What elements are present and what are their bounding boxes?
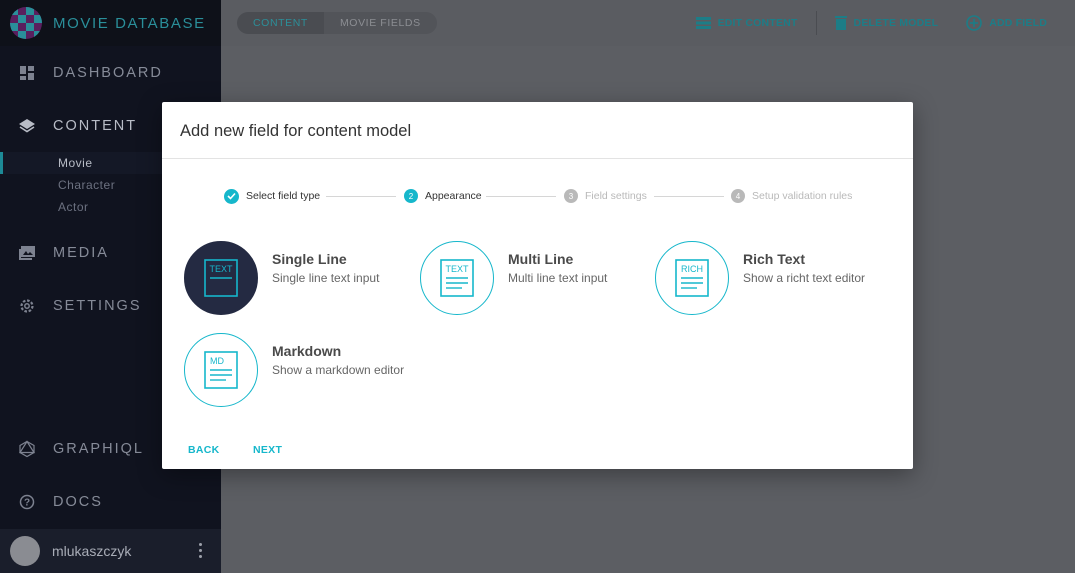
multiline-text-icon: TEXT: [420, 241, 494, 315]
step-connector: [326, 196, 396, 197]
step-select-field-type: Select field type: [224, 187, 320, 205]
sidebar-item-docs[interactable]: ? DOCS: [0, 475, 103, 528]
topbar: CONTENT MOVIE FIELDS EDIT CONTENT DELETE…: [221, 0, 1075, 46]
option-title: Single Line: [272, 251, 347, 267]
option-description: Single line text input: [272, 271, 380, 285]
stepper: Select field type 2 Appearance 3 Field s…: [162, 187, 913, 205]
breadcrumb: CONTENT MOVIE FIELDS: [237, 12, 437, 34]
field-type-single-line[interactable]: TEXT Single Line Single line text input: [184, 241, 379, 315]
edit-content-label: EDIT CONTENT: [717, 17, 798, 29]
app-title: MOVIE DATABASE: [53, 14, 206, 32]
dashboard-icon: [18, 64, 36, 82]
dialog-header: Add new field for content model: [162, 102, 913, 159]
option-text: Multi Line Multi line text input: [508, 241, 607, 285]
sidebar-item-label: MEDIA: [53, 244, 109, 261]
option-badge: TEXT: [445, 264, 469, 274]
breadcrumb-movie-fields[interactable]: MOVIE FIELDS: [323, 12, 437, 34]
next-button[interactable]: NEXT: [253, 444, 282, 456]
option-text: Rich Text Show a richt text editor: [743, 241, 865, 285]
graphql-icon: [18, 439, 36, 458]
delete-model-label: DELETE MODEL: [853, 17, 939, 29]
field-type-markdown[interactable]: MD Markdown Show a markdown editor: [184, 333, 404, 407]
text-field-icon: TEXT: [184, 241, 258, 315]
option-text: Markdown Show a markdown editor: [272, 333, 404, 377]
step-number: 2: [404, 189, 418, 203]
back-button[interactable]: BACK: [188, 444, 220, 456]
help-icon: ?: [18, 493, 36, 511]
option-description: Multi line text input: [508, 271, 608, 285]
avatar[interactable]: [10, 536, 40, 566]
svg-text:?: ?: [24, 497, 30, 508]
sidebar-item-label: DASHBOARD: [53, 64, 163, 81]
sidebar-item-label: DOCS: [53, 493, 103, 510]
gear-icon: [18, 297, 36, 315]
option-text: Single Line Single line text input: [272, 241, 379, 285]
option-description: Show a markdown editor: [272, 363, 405, 377]
step-label: Select field type: [246, 190, 321, 202]
delete-model-button[interactable]: DELETE MODEL: [834, 16, 939, 30]
dialog-title: Add new field for content model: [180, 122, 412, 140]
step-connector: [486, 196, 556, 197]
layers-icon: [18, 117, 36, 135]
option-title: Rich Text: [743, 251, 805, 267]
more-vert-icon[interactable]: [199, 543, 203, 558]
brand[interactable]: MOVIE DATABASE: [0, 0, 221, 46]
edit-content-button[interactable]: EDIT CONTENT: [695, 17, 798, 29]
trash-icon: [834, 16, 847, 30]
step-label: Setup validation rules: [752, 190, 853, 202]
sidebar-item-graphiql[interactable]: GRAPHIQL: [0, 422, 144, 475]
image-icon: [18, 244, 36, 262]
breadcrumb-content[interactable]: CONTENT: [237, 12, 324, 34]
rich-text-icon: RICH: [655, 241, 729, 315]
field-type-rich-text[interactable]: RICH Rich Text Show a richt text editor: [655, 241, 865, 315]
step-label: Field settings: [585, 190, 647, 202]
step-field-settings: 3 Field settings: [564, 187, 647, 205]
add-field-button[interactable]: ADD FIELD: [966, 15, 1047, 31]
sidebar-item-label: CONTENT: [53, 117, 138, 134]
option-title: Markdown: [272, 343, 342, 359]
step-label: Appearance: [425, 190, 482, 202]
option-badge: MD: [210, 356, 224, 366]
step-setup-validation: 4 Setup validation rules: [731, 187, 852, 205]
step-number: 4: [731, 189, 745, 203]
list-icon: [695, 17, 711, 29]
option-description: Show a richt text editor: [743, 271, 866, 285]
step-connector: [654, 196, 724, 197]
field-type-multi-line[interactable]: TEXT Multi Line Multi line text input: [420, 241, 607, 315]
brand-logo: [10, 7, 42, 39]
add-field-dialog: Add new field for content model Select f…: [162, 102, 913, 469]
user-name: mlukaszczyk: [52, 543, 132, 559]
option-badge: TEXT: [209, 264, 233, 274]
add-field-label: ADD FIELD: [989, 17, 1047, 29]
check-icon: [224, 188, 239, 204]
sidebar-item-label: SETTINGS: [53, 297, 142, 314]
top-actions: EDIT CONTENT DELETE MODEL ADD FIELD: [695, 0, 1047, 46]
divider: [815, 11, 817, 35]
option-badge: RICH: [681, 264, 703, 274]
sidebar-item-dashboard[interactable]: DASHBOARD: [0, 46, 221, 99]
step-appearance: 2 Appearance: [404, 187, 482, 205]
option-title: Multi Line: [508, 251, 574, 267]
user-bar: mlukaszczyk: [0, 529, 221, 573]
sidebar-item-label: GRAPHIQL: [53, 440, 144, 457]
add-circle-icon: [966, 15, 983, 31]
markdown-icon: MD: [184, 333, 258, 407]
step-number: 3: [564, 189, 578, 203]
